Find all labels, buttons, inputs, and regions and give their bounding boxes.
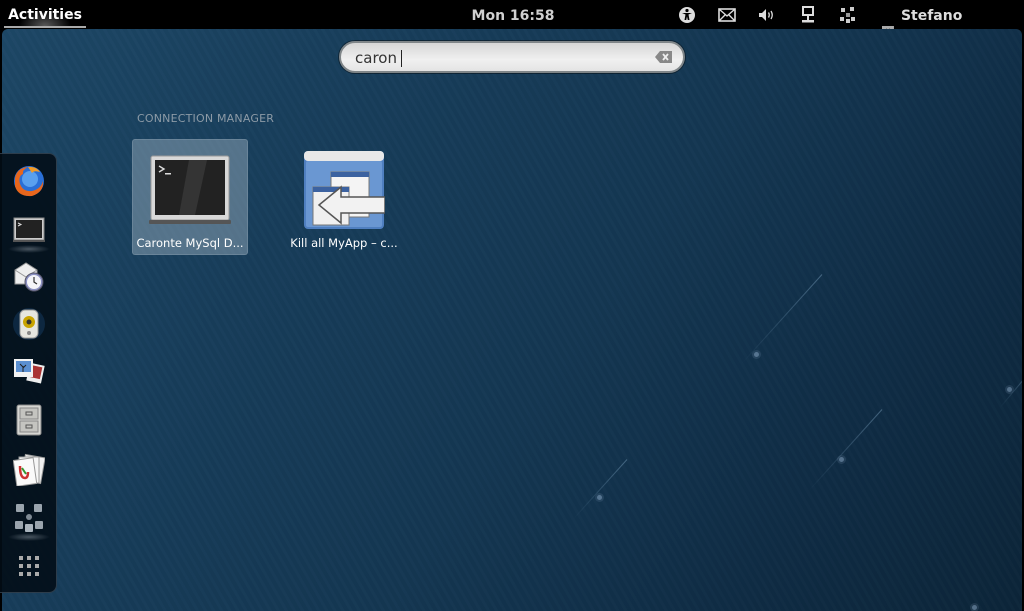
wallpaper-streak <box>573 459 628 520</box>
terminal-icon <box>13 217 45 242</box>
search-input[interactable] <box>355 48 645 68</box>
dash-item-evolution[interactable] <box>12 260 46 294</box>
photos-icon <box>14 359 45 384</box>
top-bar: Activities Mon 16:58 Stefano Ciancio <box>0 0 1024 56</box>
search-entry[interactable] <box>339 41 685 73</box>
wallpaper-star <box>972 605 977 610</box>
wallpaper-streak <box>808 409 883 492</box>
mail-icon[interactable] <box>718 6 736 24</box>
dash-item-connection-manager[interactable] <box>8 501 50 541</box>
app-grid-icon <box>19 556 39 576</box>
mail-clock-icon <box>14 262 44 292</box>
network-icon[interactable] <box>799 6 817 24</box>
text-caret <box>401 50 402 67</box>
dash <box>0 153 57 593</box>
activities-button[interactable]: Activities <box>4 0 86 28</box>
dash-item-documents[interactable] <box>12 452 46 486</box>
search-result-label: Caronte MySql D... <box>136 236 244 250</box>
dash-item-rhythmbox[interactable] <box>12 307 46 341</box>
wallpaper-star <box>839 457 844 462</box>
network-apps-icon <box>15 504 43 532</box>
documents-icon <box>13 453 45 486</box>
search-result-caronte[interactable]: Caronte MySql D... <box>132 139 248 255</box>
file-cabinet-icon <box>16 404 42 436</box>
clock[interactable]: Mon 16:58 <box>470 0 556 32</box>
wallpaper-streak <box>741 274 823 365</box>
apps-status-icon[interactable] <box>839 6 857 24</box>
wallpaper-star <box>597 495 602 500</box>
dash-item-shotwell[interactable] <box>12 354 46 388</box>
search-section-title: CONNECTION MANAGER <box>137 112 275 125</box>
speaker-icon <box>13 308 45 340</box>
accessibility-icon[interactable] <box>678 6 696 24</box>
search-result-label: Kill all MyApp – c... <box>290 236 398 250</box>
clear-search-icon[interactable] <box>655 51 673 63</box>
terminal-icon <box>149 155 231 224</box>
volume-icon[interactable] <box>758 6 776 24</box>
dash-item-firefox[interactable] <box>12 164 46 198</box>
wallpaper-star <box>754 352 759 357</box>
search-result-kill-all[interactable]: Kill all MyApp – c... <box>286 139 402 255</box>
show-applications-button[interactable] <box>12 549 46 583</box>
window-arrow-icon <box>304 151 385 229</box>
dash-item-files[interactable] <box>12 403 46 437</box>
wallpaper-star <box>1007 387 1012 392</box>
dash-item-terminal[interactable] <box>8 213 50 253</box>
firefox-icon <box>14 166 44 197</box>
